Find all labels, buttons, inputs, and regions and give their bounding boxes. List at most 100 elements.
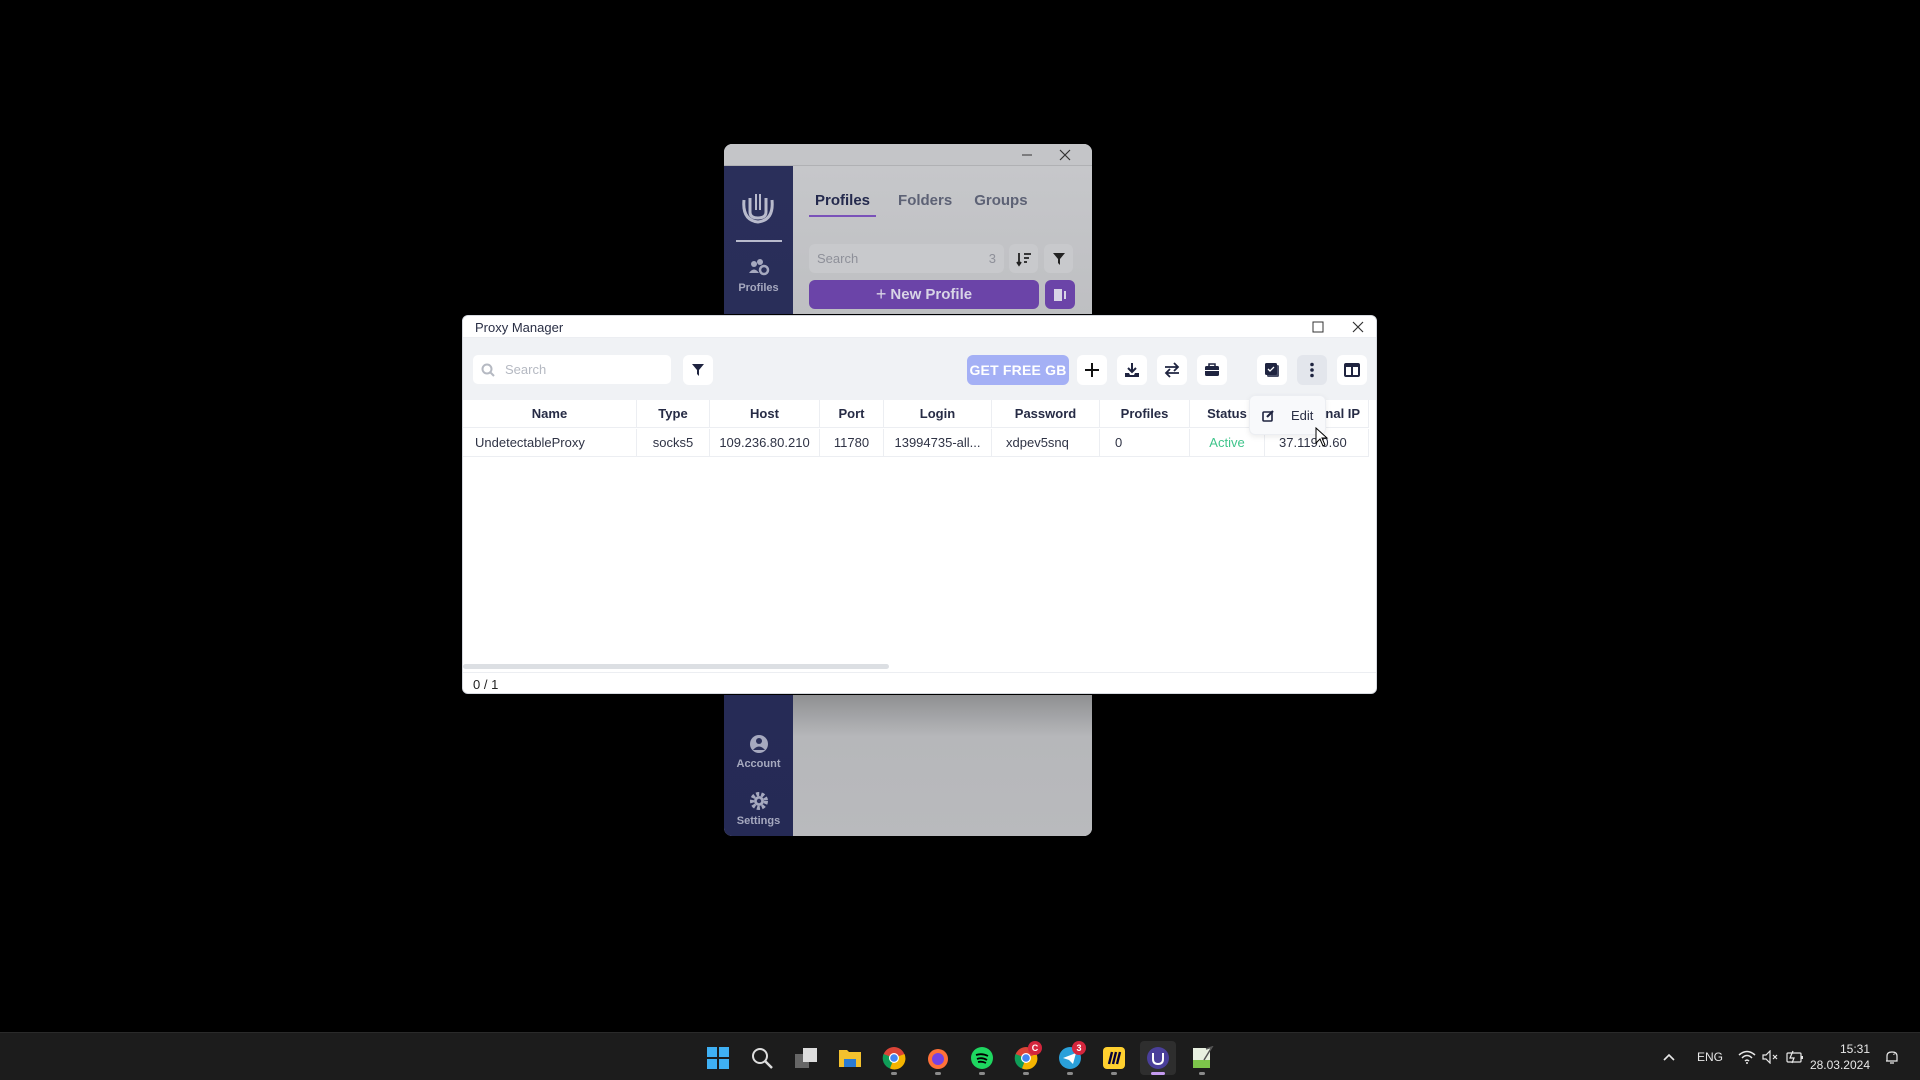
panel-icon (1054, 288, 1066, 301)
taskbar-chrome-profile[interactable]: C (1008, 1041, 1044, 1075)
menu-item-edit[interactable]: Edit (1291, 408, 1313, 423)
add-proxy-button[interactable] (1077, 355, 1107, 385)
minimize-button[interactable] (1012, 144, 1042, 166)
sidebar-label-settings: Settings (736, 815, 781, 827)
sort-icon (1015, 252, 1031, 267)
close-button[interactable] (1050, 144, 1080, 166)
battery-charging-icon (1786, 1050, 1803, 1064)
minimize-icon (1022, 154, 1032, 156)
close-icon (1059, 149, 1071, 161)
tray-overflow-button[interactable] (1662, 1033, 1676, 1080)
proxy-search-input[interactable] (505, 362, 655, 377)
taskbar-chrome[interactable] (876, 1041, 912, 1075)
horizontal-scrollbar[interactable] (463, 664, 889, 669)
running-indicator (1067, 1072, 1073, 1075)
taskbar-spotify[interactable] (964, 1041, 1000, 1075)
profile-count: 3 (988, 251, 996, 266)
sidebar-item-account[interactable]: Account (724, 734, 793, 770)
taskbar-undetectable[interactable] (1140, 1041, 1176, 1075)
briefcase-icon (1205, 363, 1219, 376)
cell-login: 13994735-all... (884, 429, 992, 457)
sidebar-item-settings[interactable]: Settings (724, 791, 793, 827)
proxy-filter-button[interactable] (683, 355, 713, 385)
running-indicator (1111, 1072, 1117, 1075)
proxy-toolbar: GET FREE GB (463, 338, 1376, 400)
undetectable-icon (1147, 1047, 1169, 1069)
taskbar-miro[interactable] (1096, 1041, 1132, 1075)
sidebar-divider (736, 240, 782, 242)
get-free-gb-button[interactable]: GET FREE GB (967, 355, 1069, 385)
import-proxy-button[interactable] (1117, 355, 1147, 385)
new-profile-label: New Profile (890, 286, 973, 303)
mouse-cursor-icon (1315, 427, 1329, 447)
language-indicator[interactable]: ENG (1697, 1033, 1723, 1080)
select-all-button[interactable] (1257, 355, 1287, 385)
cell-name: UndetectableProxy (463, 429, 637, 457)
wifi-button[interactable] (1738, 1033, 1756, 1080)
proxy-shop-button[interactable] (1197, 355, 1227, 385)
undetectable-logo-icon (742, 194, 774, 224)
volume-button[interactable] (1762, 1033, 1780, 1080)
tab-groups[interactable]: Groups (974, 192, 1027, 217)
plus-icon: + (875, 284, 887, 304)
sidebar-item-profiles[interactable]: Profiles (724, 258, 793, 294)
chrome-icon (882, 1047, 906, 1070)
tab-profiles[interactable]: Profiles (809, 192, 877, 217)
more-vertical-icon (1310, 362, 1314, 378)
notepad-icon (1193, 1046, 1214, 1068)
new-profile-button[interactable]: + New Profile (809, 280, 1039, 309)
running-indicator (891, 1072, 897, 1075)
taskbar-telegram[interactable]: 3 (1052, 1041, 1088, 1075)
check-square-icon (1265, 363, 1279, 377)
active-indicator (1151, 1072, 1165, 1075)
clock-date: 28.03.2024 (1809, 1058, 1870, 1072)
column-header-login[interactable]: Login (884, 400, 992, 428)
column-header-host[interactable]: Host (710, 400, 820, 428)
tab-folders[interactable]: Folders (898, 192, 952, 217)
profile-search-input[interactable]: Search 3 (809, 244, 1004, 273)
profile-tabs: Profiles Folders Groups (809, 192, 1028, 217)
sidebar-label-account: Account (736, 758, 781, 770)
clock[interactable]: 15:31 28.03.2024 (1810, 1041, 1870, 1073)
svg-text:z: z (1893, 1051, 1896, 1057)
column-header-password[interactable]: Password (992, 400, 1100, 428)
column-header-profiles[interactable]: Profiles (1100, 400, 1190, 428)
battery-button[interactable] (1786, 1033, 1804, 1080)
profile-search-placeholder: Search (817, 251, 859, 266)
gear-icon (749, 792, 768, 810)
profile-filter-button[interactable] (1044, 244, 1073, 273)
cell-password: xdpev5snq (992, 429, 1100, 457)
bell-snooze-icon: z (1886, 1051, 1898, 1064)
more-options-button[interactable] (1297, 355, 1327, 385)
column-header-type[interactable]: Type (637, 400, 710, 428)
taskbar-start[interactable] (700, 1041, 736, 1075)
chevron-up-icon (1663, 1053, 1675, 1061)
notification-badge: C (1028, 1041, 1042, 1055)
cell-profiles: 0 (1100, 429, 1190, 457)
swap-proxy-button[interactable] (1157, 355, 1187, 385)
proxy-search[interactable] (473, 355, 671, 384)
notifications-button[interactable]: z (1884, 1033, 1900, 1080)
sort-button[interactable] (1009, 244, 1038, 273)
user-circle-icon (749, 735, 768, 753)
taskbar-task-view[interactable] (788, 1041, 824, 1075)
clock-time: 15:31 (1839, 1042, 1870, 1056)
columns-button[interactable] (1337, 355, 1367, 385)
window-title: Proxy Manager (475, 320, 564, 335)
new-profile-options-button[interactable] (1045, 280, 1075, 309)
app-titlebar (724, 144, 1092, 166)
taskbar-firefox[interactable] (920, 1041, 956, 1075)
table-row[interactable]: UndetectableProxy socks5 109.236.80.210 … (463, 429, 1369, 457)
plus-icon (1085, 363, 1099, 377)
taskbar-notepad-plus[interactable] (1184, 1041, 1220, 1075)
notification-badge: 3 (1072, 1041, 1086, 1055)
column-header-port[interactable]: Port (820, 400, 884, 428)
maximize-button[interactable] (1301, 316, 1335, 338)
taskbar-search[interactable] (744, 1041, 780, 1075)
column-header-name[interactable]: Name (463, 400, 637, 428)
close-icon (1352, 321, 1364, 333)
taskbar-file-explorer[interactable] (832, 1041, 868, 1075)
close-button[interactable] (1341, 316, 1375, 338)
search-icon (752, 1048, 773, 1069)
selection-count: 0 / 1 (473, 677, 499, 692)
